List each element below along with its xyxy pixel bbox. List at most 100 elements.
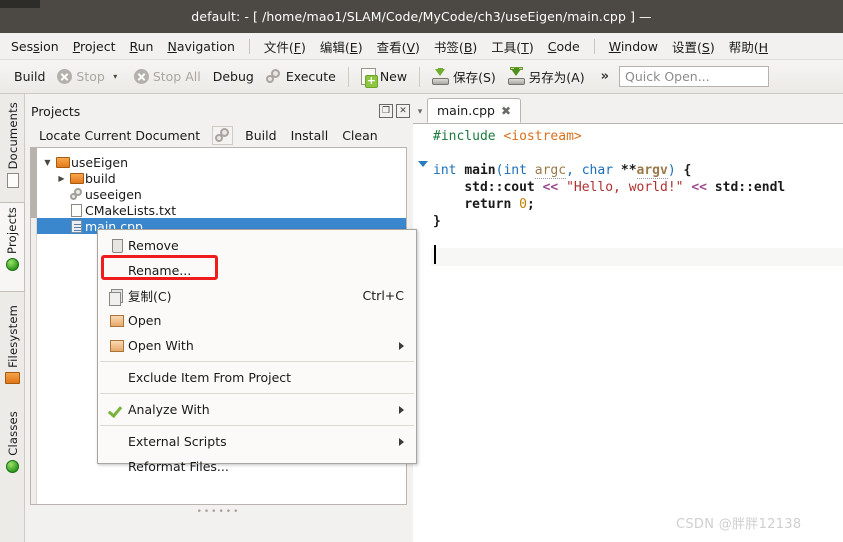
code-line-6: } [433, 214, 441, 229]
menu-view[interactable]: 查看(V) [370, 34, 427, 59]
editor-area: ▾ main.cpp ✖ #include <iostream> int mai… [413, 94, 843, 542]
menu-run[interactable]: Run [122, 36, 160, 57]
gears-icon-button[interactable] [212, 125, 234, 145]
new-button[interactable]: New [355, 65, 413, 88]
save-icon [432, 67, 450, 85]
tree-scrollbar-thumb[interactable] [31, 148, 37, 218]
sidebar-tab-documents[interactable]: Documents [0, 98, 25, 194]
tree-item-useeigen-root[interactable]: ▼ useEigen [31, 154, 406, 170]
debug-button-label: Debug [212, 69, 254, 84]
save-button[interactable]: 保存(S) [426, 64, 502, 89]
stop-icon [57, 69, 73, 84]
fold-marker-icon[interactable] [418, 161, 428, 167]
tab-scroll-left-icon[interactable]: ▾ [413, 107, 427, 123]
tree-item-cmakelists[interactable]: CMakeLists.txt [31, 202, 406, 218]
context-menu-separator-2 [100, 393, 414, 394]
sidebar-tab-documents-label: Documents [5, 102, 20, 170]
menu-settings[interactable]: 设置(S) [665, 34, 722, 59]
gears-icon [214, 127, 231, 143]
stop-all-button[interactable]: Stop All [128, 66, 207, 87]
tree-item-build[interactable]: ▶ build [31, 170, 406, 186]
menu-edit[interactable]: 编辑(E) [313, 34, 370, 59]
quick-open-input[interactable]: Quick Open... [619, 66, 769, 87]
code-line-1: #include <iostream> [433, 129, 582, 144]
text-caret [434, 245, 436, 264]
context-menu-item-rename[interactable]: Rename... [98, 258, 416, 283]
undock-button[interactable]: ❐ [379, 104, 393, 118]
trash-icon [106, 238, 128, 253]
sidebar-tab-classes[interactable]: Classes [0, 407, 25, 495]
tab-main-cpp[interactable]: main.cpp ✖ [427, 98, 522, 123]
menu-window[interactable]: Window [602, 36, 665, 57]
context-menu[interactable]: Remove Rename... 复制(C) Ctrl+C Open Open … [97, 229, 417, 474]
locate-current-document-button[interactable]: Locate Current Document [33, 126, 206, 145]
sidebar-tab-projects-label: Projects [5, 207, 19, 254]
projects-panel-toolbar: Locate Current Document Build Install Cl… [25, 123, 413, 147]
context-menu-item-external-scripts[interactable]: External Scripts [98, 429, 416, 454]
project-install-button[interactable]: Install [285, 126, 335, 145]
context-menu-item-remove[interactable]: Remove [98, 233, 416, 258]
close-panel-button[interactable]: ✕ [396, 104, 410, 118]
context-menu-item-label: Exclude Item From Project [128, 370, 292, 385]
menu-project[interactable]: Project [66, 36, 123, 57]
check-icon [106, 403, 128, 416]
folder-icon [68, 172, 85, 184]
menu-session[interactable]: Session [4, 36, 66, 57]
text-file-icon [68, 203, 85, 217]
context-menu-item-copy[interactable]: 复制(C) Ctrl+C [98, 283, 416, 308]
window-corner-notch [0, 0, 40, 8]
twisty-expanded-icon[interactable]: ▼ [41, 158, 54, 167]
save-as-button[interactable]: 另存为(A) [502, 64, 591, 89]
stop-all-icon [133, 69, 149, 84]
context-menu-item-label: Open With [128, 338, 194, 353]
menu-code[interactable]: Code [541, 36, 587, 57]
submenu-arrow-icon [399, 405, 404, 414]
project-clean-button[interactable]: Clean [336, 126, 383, 145]
sidebar-tab-projects[interactable]: Projects [0, 202, 25, 292]
code-view[interactable]: #include <iostream> int main(int argc, c… [413, 124, 843, 542]
tree-scrollbar[interactable] [31, 148, 37, 504]
current-line-highlight [431, 248, 843, 266]
debug-button[interactable]: Debug [207, 66, 260, 87]
close-icon[interactable]: ✖ [501, 104, 511, 118]
panel-splitter-handle[interactable]: •••••• [30, 507, 407, 517]
context-menu-item-shortcut: Ctrl+C [362, 288, 404, 303]
menu-file[interactable]: 文件(F) [257, 34, 313, 59]
context-menu-item-analyze-with[interactable]: Analyze With [98, 397, 416, 422]
context-menu-item-open-with[interactable]: Open With [98, 333, 416, 358]
sidebar-tab-classes-label: Classes [5, 411, 20, 456]
menu-navigation[interactable]: Navigation [160, 36, 241, 57]
code-line-3: int main(int argc, char **argv) { [433, 163, 692, 179]
project-build-button[interactable]: Build [239, 126, 282, 145]
execute-button[interactable]: Execute [260, 66, 342, 87]
toolbar-overflow-button[interactable]: » [591, 69, 619, 84]
projects-panel-header: Projects ❐ ✕ [25, 101, 413, 121]
code-line-5: return 0; [464, 197, 535, 212]
menu-bookmarks[interactable]: 书签(B) [427, 34, 484, 59]
folder-icon [5, 371, 20, 384]
menu-divider-2 [593, 38, 595, 54]
context-menu-item-open[interactable]: Open [98, 308, 416, 333]
toolbar-divider-1 [347, 66, 349, 87]
green-ball-icon [5, 257, 19, 271]
context-menu-item-label: Analyze With [128, 402, 210, 417]
menu-help[interactable]: 帮助(H [722, 34, 775, 59]
tree-item-useeigen-target[interactable]: useeigen [31, 186, 406, 202]
menu-tools[interactable]: 工具(T) [484, 34, 540, 59]
sidebar-tab-filesystem[interactable]: Filesystem [0, 301, 25, 399]
context-menu-item-exclude-item[interactable]: Exclude Item From Project [98, 365, 416, 390]
build-button-label: Build [14, 69, 46, 84]
menu-bar: Session Project Run Navigation 文件(F) 编辑(… [0, 33, 843, 60]
chevron-down-icon[interactable]: ▾ [109, 72, 122, 81]
build-button[interactable]: Build [8, 66, 51, 87]
tree-item-label: CMakeLists.txt [85, 202, 177, 218]
execute-button-label: Execute [285, 69, 336, 84]
context-menu-item-label: External Scripts [128, 434, 227, 449]
context-menu-item-reformat-files[interactable]: Reformat Files... [98, 454, 416, 479]
stop-button[interactable]: Stop ▾ [51, 66, 127, 87]
gears-icon [265, 69, 282, 84]
title-bar: default: - [ /home/mao1/SLAM/Code/MyCode… [0, 0, 843, 33]
twisty-collapsed-icon[interactable]: ▶ [55, 174, 68, 183]
menu-divider-1 [248, 38, 250, 54]
toolbar-divider-2 [419, 66, 421, 87]
